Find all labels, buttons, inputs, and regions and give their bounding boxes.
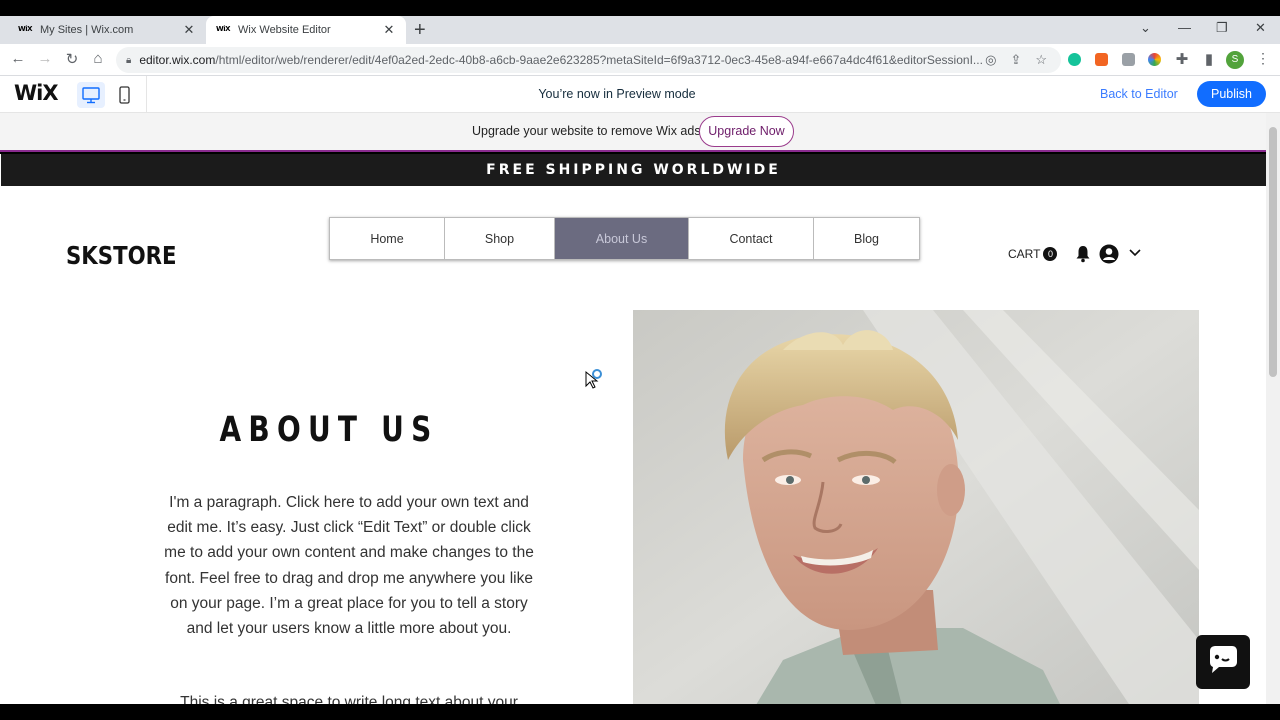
reload-icon[interactable]: ↻ — [62, 50, 82, 68]
chat-icon — [1210, 646, 1237, 673]
tracking-icon[interactable]: ◎ — [985, 52, 996, 68]
site-page: FREE SHIPPING WORLDWIDE SKSTORE Home Sho… — [0, 154, 1266, 704]
nav-item-shop[interactable]: Shop — [445, 217, 555, 260]
close-tab-icon[interactable]: ✕ — [382, 22, 396, 38]
portrait-image — [633, 310, 1199, 704]
upgrade-text: Upgrade your website to remove Wix ads — [472, 124, 701, 138]
tab-my-sites[interactable]: WiX My Sites | Wix.com ✕ — [8, 16, 206, 44]
cart-label: CART — [1008, 247, 1041, 261]
upgrade-banner: Upgrade your website to remove Wix ads U… — [0, 113, 1266, 152]
browser-toolbar: ← → ↻ ⌂ 🔒︎ editor.wix.com/html/editor/we… — [0, 44, 1280, 76]
tab-wix-editor[interactable]: WiX Wix Website Editor ✕ — [206, 16, 406, 44]
user-icon[interactable] — [1099, 244, 1119, 264]
about-section: ABOUT US I'm a paragraph. Click here to … — [66, 310, 632, 704]
about-title: ABOUT US — [219, 410, 439, 450]
chat-button[interactable] — [1196, 635, 1250, 689]
lock-icon: 🔒︎ — [126, 54, 132, 66]
forward-icon[interactable]: → — [35, 50, 55, 67]
bell-icon[interactable] — [1075, 245, 1091, 263]
address-bar[interactable]: 🔒︎ editor.wix.com/html/editor/web/render… — [116, 47, 1061, 73]
nav-item-blog[interactable]: Blog — [814, 217, 920, 260]
nav-item-contact[interactable]: Contact — [689, 217, 814, 260]
tab-title: My Sites | Wix.com — [40, 24, 134, 36]
about-paragraph: I'm a paragraph. Click here to add your … — [164, 494, 534, 638]
upgrade-now-button[interactable]: Upgrade Now — [699, 116, 794, 147]
close-tab-icon[interactable]: ✕ — [182, 22, 196, 38]
color-extension-icon[interactable] — [1148, 53, 1161, 66]
cart-button[interactable]: CART 0 — [1008, 247, 1058, 261]
url-text: editor.wix.com/html/editor/web/renderer/… — [139, 53, 983, 67]
scrollbar-thumb[interactable] — [1269, 127, 1277, 377]
about-photo — [633, 310, 1199, 704]
letterbox-top — [0, 0, 1280, 16]
back-to-editor-link[interactable]: Back to Editor — [1100, 87, 1178, 101]
publish-button[interactable]: Publish — [1197, 81, 1266, 107]
cursor-busy-icon — [585, 369, 602, 389]
back-icon[interactable]: ← — [8, 50, 28, 67]
screen: WiX My Sites | Wix.com ✕ WiX Wix Website… — [0, 0, 1280, 720]
restore-icon[interactable]: ❐ — [1216, 20, 1228, 36]
shipping-banner: FREE SHIPPING WORLDWIDE — [1, 154, 1266, 186]
wix-favicon-icon: WiX — [216, 25, 231, 33]
wix-favicon-icon: WiX — [18, 25, 33, 33]
extension-icon[interactable] — [1122, 53, 1135, 66]
side-panel-icon[interactable]: ▮ — [1199, 50, 1219, 68]
about-paragraph-2: This is a great space to write long text… — [180, 694, 518, 704]
new-tab-icon[interactable]: + — [414, 19, 426, 42]
menu-kebab-icon[interactable]: ⋮ — [1256, 50, 1270, 67]
nav-item-home[interactable]: Home — [329, 217, 445, 260]
home-icon[interactable]: ⌂ — [88, 50, 108, 67]
minimize-icon[interactable]: — — [1178, 20, 1191, 35]
nav-item-about-us[interactable]: About Us — [555, 217, 689, 260]
chevron-down-icon[interactable] — [1128, 247, 1142, 259]
site-logo[interactable]: SKSTORE — [66, 241, 177, 270]
page-scrollbar[interactable] — [1266, 113, 1280, 704]
profile-avatar[interactable]: S — [1226, 51, 1244, 69]
puzzle-extensions-icon[interactable]: ✚ — [1172, 50, 1192, 68]
share-icon[interactable]: ⇪ — [1010, 52, 1021, 68]
grammarly-extension-icon[interactable] — [1068, 53, 1081, 66]
browser-tab-strip: WiX My Sites | Wix.com ✕ WiX Wix Website… — [0, 16, 1280, 44]
tab-search-icon[interactable]: ⌄ — [1140, 20, 1151, 36]
cart-count-badge: 0 — [1043, 247, 1058, 261]
letterbox-bottom — [0, 704, 1280, 720]
preview-mode-label: You’re now in Preview mode — [538, 87, 696, 101]
star-icon[interactable]: ☆ — [1035, 52, 1047, 68]
site-nav: Home Shop About Us Contact Blog — [329, 217, 920, 260]
tab-title: Wix Website Editor — [238, 24, 331, 36]
rss-extension-icon[interactable] — [1095, 53, 1108, 66]
wix-preview-bar: WiX You’re now in Preview mode Back to E… — [0, 76, 1280, 113]
close-window-icon[interactable]: ✕ — [1255, 20, 1266, 36]
